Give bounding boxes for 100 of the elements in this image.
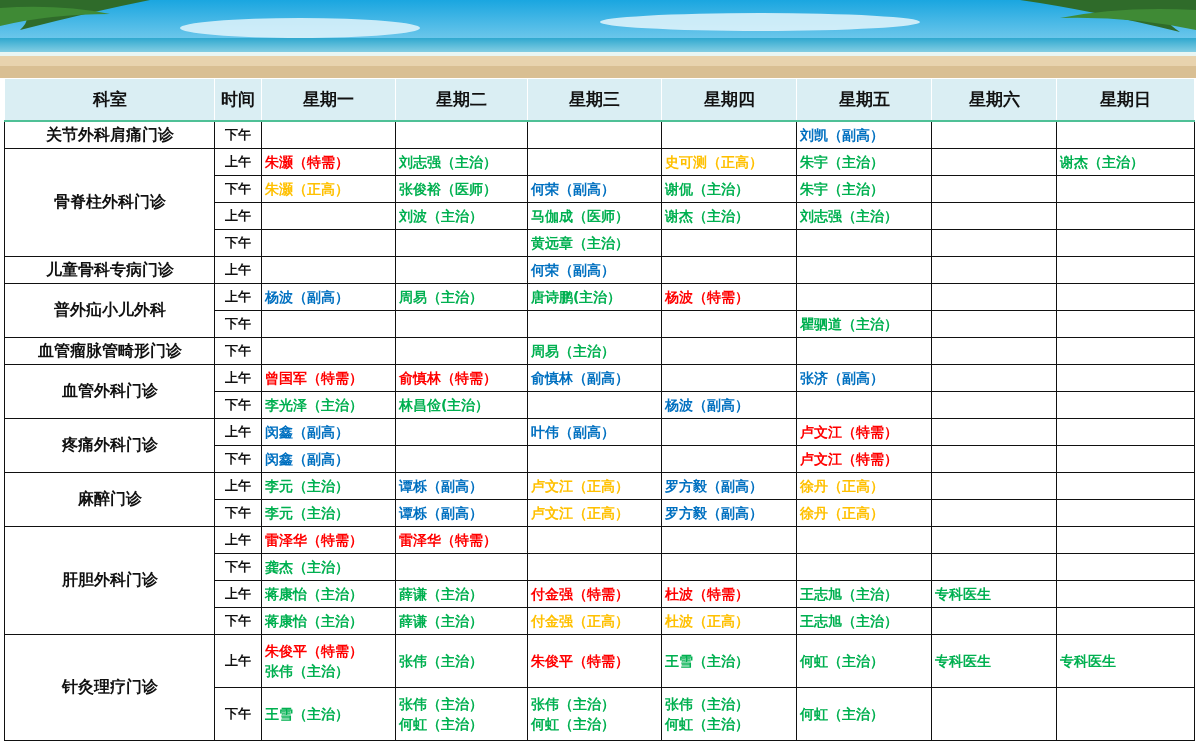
doctor-name: 何荣（副高） — [531, 261, 616, 280]
doctor-name: 闵鑫（副高） — [265, 423, 350, 442]
doctor-name: 李光泽（主治） — [265, 396, 364, 415]
column-header: 科室 — [4, 78, 215, 121]
doctor-name: 张伟（主治） — [665, 695, 750, 714]
doctor-name: 何虹（主治） — [531, 715, 616, 734]
column-header: 星期三 — [527, 78, 662, 121]
department-cell: 儿童骨科专病门诊 — [4, 256, 215, 284]
time-cell: 上午 — [214, 148, 262, 176]
doctor-name: 徐丹（正高） — [800, 477, 885, 496]
doctor-name: 马伽成（医师） — [531, 207, 630, 226]
doctor-name: 谢侃（主治） — [665, 180, 750, 199]
doctor-name: 俞慎林（副高） — [531, 369, 630, 388]
doctor-name: 朱宇（主治） — [800, 180, 885, 199]
doctor-name: 何虹（主治） — [399, 715, 484, 734]
doctor-name: 杨波（副高） — [265, 288, 350, 307]
time-cell: 上午 — [214, 580, 262, 608]
column-header: 星期四 — [661, 78, 797, 121]
doctor-name: 付金强（特需） — [531, 585, 630, 604]
doctor-name: 专科医生 — [935, 585, 992, 604]
doctor-name: 谭栎（副高） — [399, 477, 484, 496]
doctor-name: 李元（主治） — [265, 477, 350, 496]
doctor-name: 罗方毅（副高） — [665, 477, 764, 496]
doctor-name: 卢文江（正高） — [531, 477, 630, 496]
doctor-name: 刘凯（副高） — [800, 126, 885, 145]
doctor-name: 闵鑫（副高） — [265, 450, 350, 469]
time-cell: 上午 — [214, 634, 262, 688]
doctor-name: 瞿驷道（主治） — [800, 315, 899, 334]
time-cell: 上午 — [214, 418, 262, 446]
column-header: 星期五 — [796, 78, 932, 121]
doctor-name: 朱灏（特需） — [265, 153, 350, 172]
doctor-name: 朱俊平（特需） — [265, 642, 364, 661]
doctor-name: 张伟（主治） — [265, 662, 350, 681]
doctor-name: 张济（副高） — [800, 369, 885, 388]
time-cell: 上午 — [214, 283, 262, 311]
department-cell: 麻醉门诊 — [4, 472, 215, 527]
column-header: 星期一 — [261, 78, 396, 121]
doctor-name: 杨波（副高） — [665, 396, 750, 415]
doctor-name: 俞慎林（特需） — [399, 369, 498, 388]
department-cell: 关节外科肩痛门诊 — [4, 121, 215, 149]
doctor-name: 薛谦（主治） — [399, 585, 484, 604]
department-cell: 疼痛外科门诊 — [4, 418, 215, 473]
doctor-name: 薛谦（主治） — [399, 612, 484, 631]
time-cell: 下午 — [214, 607, 262, 635]
doctor-name: 何虹（主治） — [800, 652, 885, 671]
doctor-name: 卢文江（正高） — [531, 504, 630, 523]
column-header: 星期六 — [931, 78, 1057, 121]
time-cell: 上午 — [214, 202, 262, 230]
doctor-name: 卢文江（特需） — [800, 450, 899, 469]
doctor-name: 刘志强（主治） — [800, 207, 899, 226]
doctor-name: 雷泽华（特需） — [399, 531, 498, 550]
time-cell: 下午 — [214, 687, 262, 741]
time-cell: 下午 — [214, 121, 262, 149]
doctor-name: 王志旭（主治） — [800, 585, 899, 604]
doctor-name: 杜波（特需） — [665, 585, 750, 604]
department-cell: 骨脊柱外科门诊 — [4, 148, 215, 257]
doctor-name: 张伟（主治） — [399, 695, 484, 714]
doctor-name: 王志旭（主治） — [800, 612, 899, 631]
time-cell: 上午 — [214, 472, 262, 500]
doctor-name: 何虹（主治） — [665, 715, 750, 734]
doctor-name: 杜波（正高） — [665, 612, 750, 631]
doctor-name: 卢文江（特需） — [800, 423, 899, 442]
column-header: 星期日 — [1056, 78, 1195, 121]
doctor-name: 龚杰（主治） — [265, 558, 350, 577]
department-cell: 普外疝小儿外科 — [4, 283, 215, 338]
time-cell: 下午 — [214, 499, 262, 527]
doctor-name: 刘志强（主治） — [399, 153, 498, 172]
time-cell: 下午 — [214, 175, 262, 203]
department-cell: 血管外科门诊 — [4, 364, 215, 419]
column-header: 时间 — [214, 78, 262, 121]
doctor-name: 黄远章（主治） — [531, 234, 630, 253]
doctor-name: 王雪（主治） — [665, 652, 750, 671]
doctor-name: 专科医生 — [1060, 652, 1117, 671]
department-cell: 肝胆外科门诊 — [4, 526, 215, 635]
doctor-name: 张伟（主治） — [531, 695, 616, 714]
doctor-name: 雷泽华（特需） — [265, 531, 364, 550]
time-cell: 下午 — [214, 553, 262, 581]
doctor-name: 周易（主治） — [399, 288, 484, 307]
department-cell: 血管瘤脉管畸形门诊 — [4, 337, 215, 365]
doctor-name: 朱俊平（特需） — [531, 652, 630, 671]
doctor-name: 张俊裕（医师） — [399, 180, 498, 199]
time-cell: 下午 — [214, 310, 262, 338]
doctor-name: 专科医生 — [935, 652, 992, 671]
time-cell: 下午 — [214, 445, 262, 473]
doctor-name: 付金强（正高） — [531, 612, 630, 631]
time-cell: 下午 — [214, 337, 262, 365]
department-cell: 针灸理疗门诊 — [4, 634, 215, 741]
time-cell: 下午 — [214, 391, 262, 419]
doctor-name: 林昌俭(主治） — [399, 396, 491, 415]
doctor-name: 何虹（主治） — [800, 705, 885, 724]
doctor-name: 何荣（副高） — [531, 180, 616, 199]
doctor-name: 徐丹（正高） — [800, 504, 885, 523]
doctor-name: 史可测（正高） — [665, 153, 764, 172]
doctor-name: 朱灏（正高） — [265, 180, 350, 199]
doctor-name: 蒋康怡（主治） — [265, 612, 364, 631]
doctor-name: 叶伟（副高） — [531, 423, 616, 442]
doctor-name: 谢杰（主治） — [1060, 153, 1145, 172]
doctor-name: 刘波（主治） — [399, 207, 484, 226]
doctor-name: 谢杰（主治） — [665, 207, 750, 226]
time-cell: 上午 — [214, 526, 262, 554]
